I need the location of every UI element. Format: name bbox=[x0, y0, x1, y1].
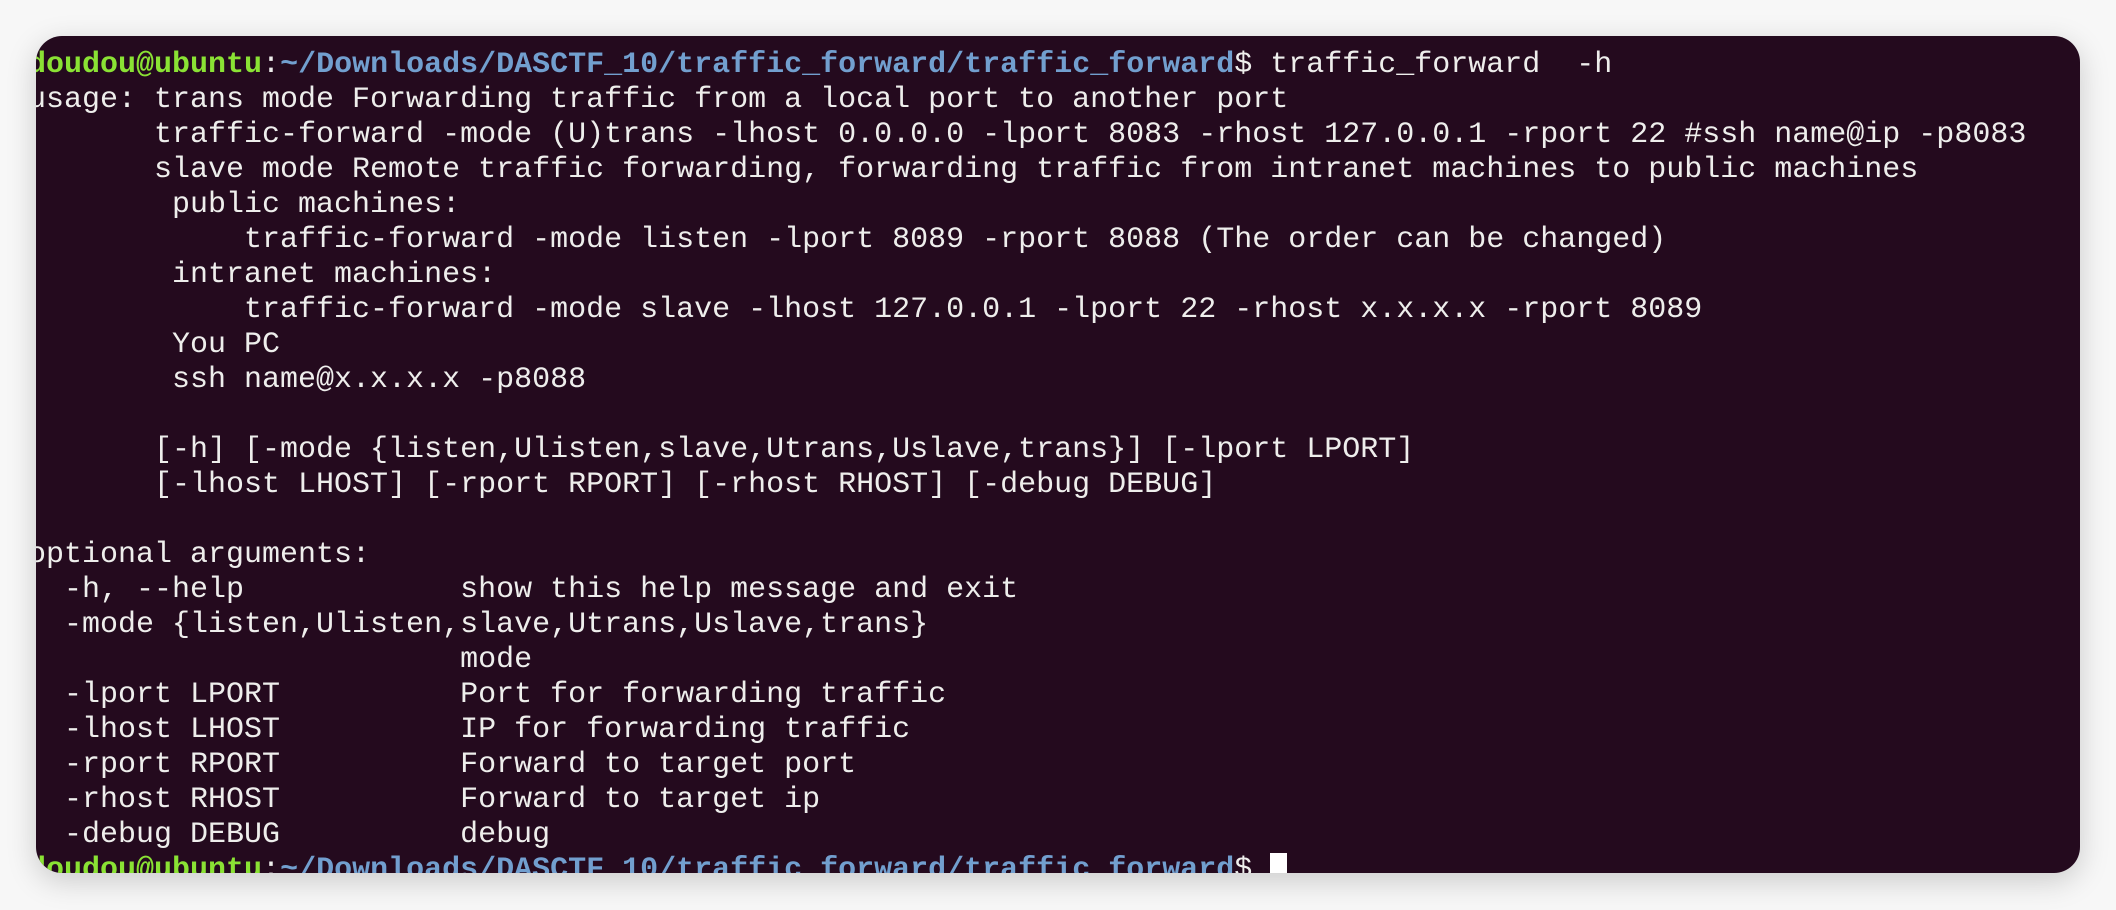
output-line: public machines: bbox=[36, 188, 461, 222]
prompt-path: ~/Downloads/DASCTF_10/traffic_forward/tr… bbox=[280, 853, 1235, 873]
output-line: intranet machines: bbox=[36, 258, 497, 292]
output-line: -rport RPORT Forward to target port bbox=[36, 748, 857, 782]
output-line: -lhost LHOST IP for forwarding traffic bbox=[36, 713, 911, 747]
prompt-path: ~/Downloads/DASCTF_10/traffic_forward/tr… bbox=[280, 48, 1235, 82]
prompt-user-host: doudou@ubuntu bbox=[36, 48, 263, 82]
output-line: usage: trans mode Forwarding traffic fro… bbox=[36, 83, 1289, 117]
terminal-output: doudou@ubuntu:~/Downloads/DASCTF_10/traf… bbox=[36, 48, 2026, 873]
output-line: [-h] [-mode {listen,Ulisten,slave,Utrans… bbox=[36, 433, 1415, 467]
output-line: mode bbox=[36, 643, 533, 677]
help-output: usage: trans mode Forwarding traffic fro… bbox=[36, 83, 2026, 853]
output-line: -lport LPORT Port for forwarding traffic bbox=[36, 678, 947, 712]
output-line: You PC bbox=[36, 328, 281, 362]
output-line: traffic-forward -mode slave -lhost 127.0… bbox=[36, 293, 1703, 327]
output-line: traffic-forward -mode listen -lport 8089… bbox=[36, 223, 1667, 257]
command-text: traffic_forward -h bbox=[1270, 48, 1613, 82]
prompt-separator: : bbox=[262, 48, 281, 82]
output-line: optional arguments: bbox=[36, 538, 371, 572]
prompt-line: doudou@ubuntu:~/Downloads/DASCTF_10/traf… bbox=[36, 48, 2026, 83]
text-cursor bbox=[1270, 853, 1288, 873]
prompt-separator: : bbox=[262, 853, 281, 873]
output-line: [-lhost LHOST] [-rport RPORT] [-rhost RH… bbox=[36, 468, 1217, 502]
output-line: -h, --help show this help message and ex… bbox=[36, 573, 1019, 607]
output-line: ssh name@x.x.x.x -p8088 bbox=[36, 363, 587, 397]
prompt-line-current[interactable]: doudou@ubuntu:~/Downloads/DASCTF_10/traf… bbox=[36, 853, 2026, 873]
output-line: traffic-forward -mode (U)trans -lhost 0.… bbox=[36, 118, 2027, 152]
prompt-symbol: $ bbox=[1234, 48, 1271, 82]
terminal-window[interactable]: doudou@ubuntu:~/Downloads/DASCTF_10/traf… bbox=[36, 36, 2080, 873]
output-line: -debug DEBUG debug bbox=[36, 818, 551, 852]
output-line: slave mode Remote traffic forwarding, fo… bbox=[36, 153, 1919, 187]
prompt-user-host: doudou@ubuntu bbox=[36, 853, 263, 873]
output-line: -rhost RHOST Forward to target ip bbox=[36, 783, 821, 817]
prompt-symbol: $ bbox=[1234, 853, 1271, 873]
output-line: -mode {listen,Ulisten,slave,Utrans,Uslav… bbox=[36, 608, 929, 642]
